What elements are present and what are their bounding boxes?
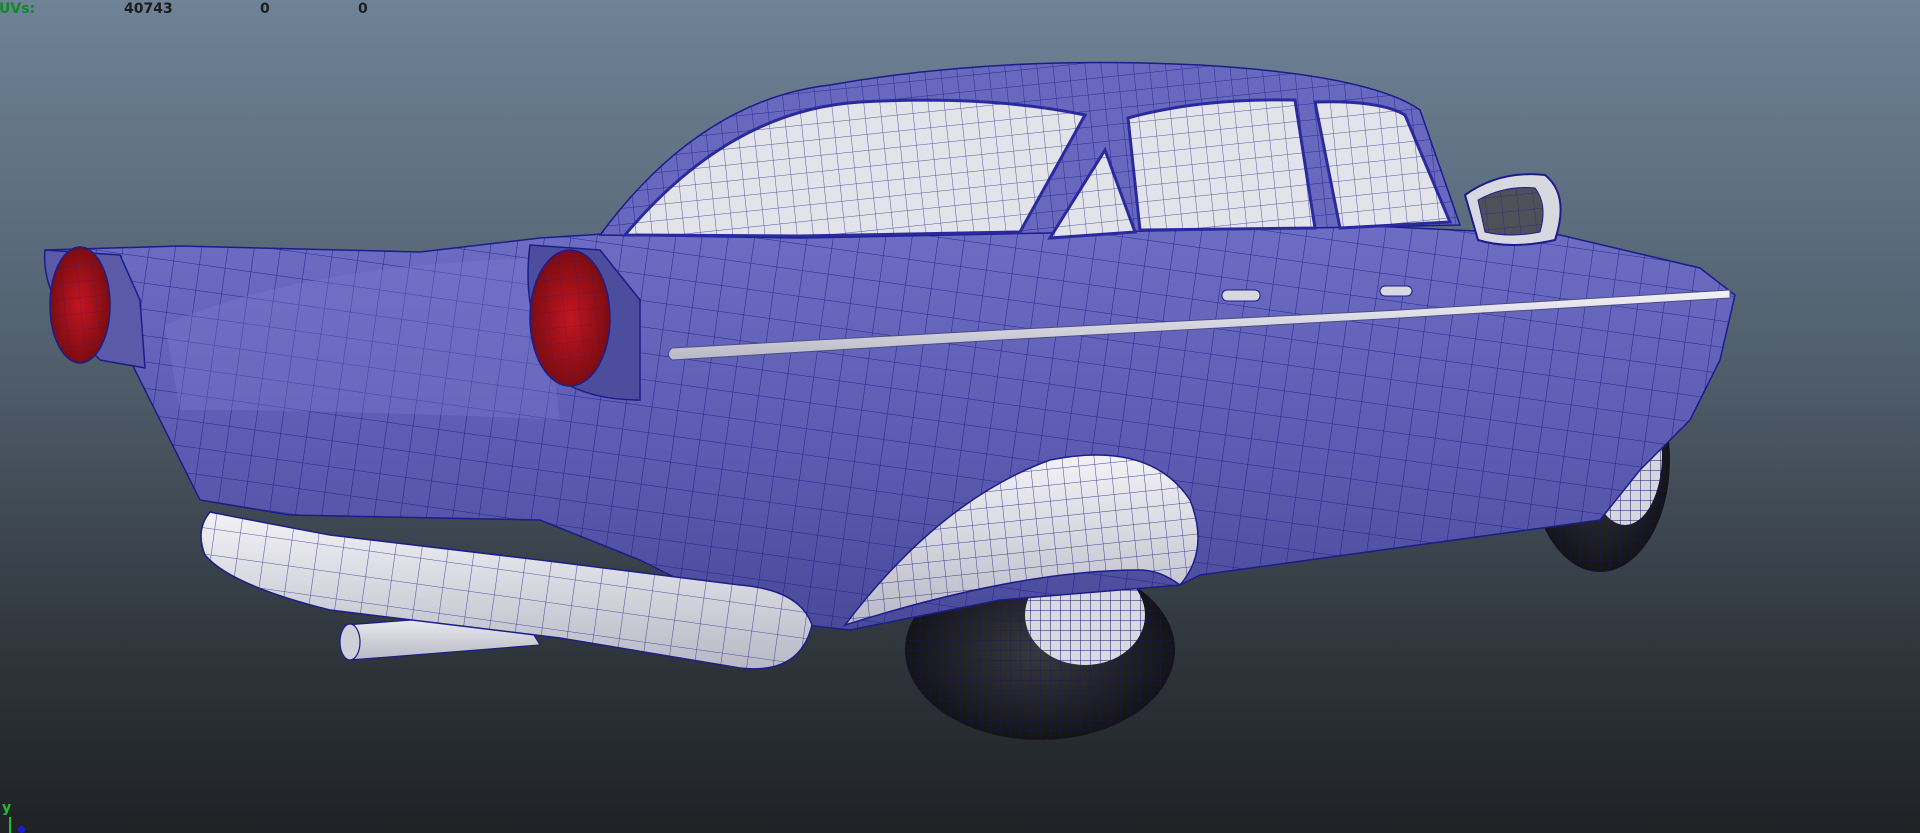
axis-y-line bbox=[9, 817, 11, 833]
axis-z-marker bbox=[18, 826, 25, 833]
side-mirror bbox=[1463, 173, 1562, 246]
rear-window bbox=[621, 98, 1088, 238]
door-handle-front bbox=[1379, 285, 1413, 297]
viewport[interactable]: UVs: 40743 0 0 y bbox=[0, 0, 1920, 833]
axis-indicator: y bbox=[0, 800, 40, 833]
axis-y-label: y bbox=[2, 800, 12, 816]
car-model[interactable] bbox=[0, 0, 1920, 833]
side-window-rear bbox=[1126, 98, 1317, 232]
door-handle-rear bbox=[1221, 289, 1261, 302]
